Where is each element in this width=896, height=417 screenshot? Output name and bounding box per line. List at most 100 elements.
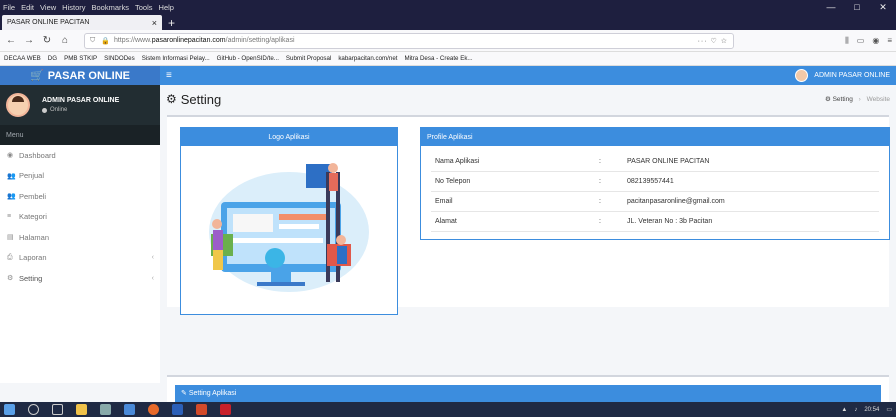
page-title: ⚙ Setting bbox=[166, 92, 221, 107]
url-bar[interactable]: ⛉ 🔒 https://www. pasaronlinepacitan.com … bbox=[84, 32, 734, 49]
notification-icon[interactable]: ▭ bbox=[886, 406, 892, 413]
menu-view[interactable]: View bbox=[40, 3, 56, 12]
bookmarks-bar: DECAA WEB DG PMB STKIP SINDODes Sistem I… bbox=[0, 52, 896, 66]
gear-icon: ⚙ bbox=[166, 92, 177, 106]
logo-card: Logo Aplikasi bbox=[180, 127, 398, 315]
app-icon[interactable] bbox=[124, 404, 135, 415]
reload-icon[interactable]: ↻ bbox=[40, 34, 54, 48]
window-controls: — □ ✕ bbox=[818, 2, 896, 13]
menu-file[interactable]: File bbox=[3, 3, 15, 12]
setting-aplikasi-panel: ✎ Setting Aplikasi bbox=[167, 375, 889, 405]
edit-icon: ✎ bbox=[181, 390, 189, 397]
menu-tools[interactable]: Tools bbox=[135, 3, 153, 12]
settings-panel: Logo Aplikasi Profile Aplikasi Nama Apli… bbox=[167, 115, 890, 315]
sidebar-item-laporan[interactable]: ⎙ Laporan ‹ bbox=[0, 248, 160, 269]
minimize-button[interactable]: — bbox=[818, 2, 844, 13]
user-status: Online bbox=[42, 107, 119, 113]
brand-logo[interactable]: 🛒 PASAR ONLINE bbox=[0, 66, 160, 85]
profile-colon: : bbox=[599, 218, 601, 225]
profile-row: Email: pacitanpasaronline@gmail.com bbox=[431, 192, 879, 212]
bookmark-item[interactable]: Sistem Informasi Pelay... bbox=[142, 55, 210, 62]
overflow-menu-icon[interactable]: ≡ bbox=[887, 36, 892, 46]
sidebar-item-kategori[interactable]: ≡ Kategori bbox=[0, 207, 160, 228]
user-panel: ADMIN PASAR ONLINE Online bbox=[0, 85, 160, 125]
profile-key: Alamat bbox=[435, 218, 457, 225]
sidebar-item-label: Kategori bbox=[19, 212, 47, 222]
breadcrumb-separator: › bbox=[858, 96, 861, 103]
windows-start-icon[interactable] bbox=[4, 404, 15, 415]
firefox-icon[interactable] bbox=[148, 404, 159, 415]
sidebar-item-label: Dashboard bbox=[19, 150, 56, 160]
content-wrapper: ADMIN PASAR ONLINE Online Menu ◉ Dashboar… bbox=[0, 85, 896, 383]
file-explorer-icon[interactable] bbox=[76, 404, 87, 415]
bookmark-item[interactable]: Submit Proposal bbox=[286, 55, 331, 62]
menu-history[interactable]: History bbox=[62, 3, 85, 12]
profile-value: 082139557441 bbox=[627, 178, 674, 185]
profile-row: Nama Aplikasi: PASAR ONLINE PACITAN bbox=[431, 152, 879, 172]
powerpoint-icon[interactable] bbox=[196, 404, 207, 415]
bookmark-item[interactable]: GitHub - OpenSID/te... bbox=[217, 55, 279, 62]
user-menu[interactable]: ADMIN PASAR ONLINE bbox=[795, 69, 890, 82]
word-icon[interactable] bbox=[172, 404, 183, 415]
shield-icon: ⛉ bbox=[90, 36, 96, 44]
bookmark-item[interactable]: SINDODes bbox=[104, 55, 135, 62]
menu-header: Menu bbox=[0, 125, 160, 145]
chevron-left-icon: ‹ bbox=[151, 274, 154, 282]
library-icon[interactable]: ⫼ bbox=[845, 36, 849, 46]
sidebar-item-label: Halaman bbox=[19, 232, 50, 242]
bookmark-item[interactable]: DECAA WEB bbox=[4, 55, 41, 62]
profile-row: Alamat: JL. Veteran No : 3b Pacitan bbox=[431, 212, 879, 232]
breadcrumb-item[interactable]: Setting bbox=[833, 96, 853, 103]
home-icon[interactable]: ⌂ bbox=[58, 34, 72, 48]
maximize-button[interactable]: □ bbox=[844, 2, 870, 13]
avatar bbox=[6, 93, 30, 117]
sidebar-item-penjual[interactable]: 👥 Penjual bbox=[0, 166, 160, 187]
bookmark-item[interactable]: PMB STKIP bbox=[64, 55, 97, 62]
browser-tab[interactable]: PASAR ONLINE PACITAN × bbox=[2, 15, 162, 30]
setting-aplikasi-title: Setting Aplikasi bbox=[188, 390, 237, 397]
users-icon: 👥 bbox=[7, 172, 16, 180]
extension-icon[interactable]: ◉ bbox=[872, 36, 879, 46]
task-view-icon[interactable] bbox=[52, 404, 63, 415]
print-icon: ⎙ bbox=[7, 253, 13, 261]
app-header: 🛒 PASAR ONLINE ≡ ADMIN PASAR ONLINE bbox=[0, 66, 896, 85]
close-tab-icon[interactable]: × bbox=[152, 18, 157, 28]
menu-help[interactable]: Help bbox=[159, 3, 174, 12]
gear-icon: ⚙ bbox=[7, 275, 14, 283]
sidebar-toggle-icon[interactable]: ≡ bbox=[166, 70, 172, 81]
menu-bookmarks[interactable]: Bookmarks bbox=[92, 3, 130, 12]
url-actions[interactable]: ··· ♡ ☆ bbox=[698, 37, 728, 45]
sidebar-user-name: ADMIN PASAR ONLINE bbox=[42, 97, 120, 104]
sidebar-item-setting[interactable]: ⚙ Setting ‹ bbox=[0, 268, 160, 289]
sidebar: ADMIN PASAR ONLINE Online Menu ◉ Dashboar… bbox=[0, 85, 160, 383]
back-icon[interactable]: ← bbox=[4, 34, 18, 48]
network-icon[interactable]: ▲ bbox=[841, 407, 847, 413]
sidebar-item-halaman[interactable]: ▤ Halaman bbox=[0, 227, 160, 248]
lock-icon: 🔒 bbox=[101, 37, 110, 45]
header-user-name: ADMIN PASAR ONLINE bbox=[814, 72, 890, 79]
sidebar-icon[interactable]: ▭ bbox=[857, 36, 865, 46]
clock[interactable]: 20:54 bbox=[864, 407, 879, 413]
forward-icon[interactable]: → bbox=[22, 34, 36, 48]
profile-key: Nama Aplikasi bbox=[435, 158, 480, 165]
url-domain: pasaronlinepacitan.com bbox=[151, 37, 226, 44]
volume-icon[interactable]: ♪ bbox=[854, 407, 857, 413]
new-tab-button[interactable]: + bbox=[168, 16, 175, 30]
close-window-button[interactable]: ✕ bbox=[870, 2, 896, 13]
app-icon[interactable] bbox=[100, 404, 111, 415]
profile-key: Email bbox=[435, 198, 453, 205]
menu-edit[interactable]: Edit bbox=[21, 3, 34, 12]
page-icon: ▤ bbox=[7, 234, 14, 242]
sidebar-item-pembeli[interactable]: 👥 Pembeli bbox=[0, 186, 160, 207]
system-tray: ▲ ♪ 20:54 ▭ bbox=[841, 406, 892, 414]
pdf-icon[interactable] bbox=[220, 404, 231, 415]
profile-card-title: Profile Aplikasi bbox=[421, 128, 889, 146]
bookmark-item[interactable]: kabarpacitan.com/net bbox=[338, 55, 397, 62]
search-icon[interactable] bbox=[28, 404, 39, 415]
bookmark-item[interactable]: Mitra Desa - Create Ek... bbox=[405, 55, 473, 62]
os-taskbar: ▲ ♪ 20:54 ▭ bbox=[0, 402, 896, 417]
url-prefix: https://www. bbox=[113, 37, 152, 44]
bookmark-item[interactable]: DG bbox=[48, 55, 57, 62]
status-dot-icon bbox=[42, 107, 47, 113]
sidebar-item-dashboard[interactable]: ◉ Dashboard bbox=[0, 145, 160, 166]
